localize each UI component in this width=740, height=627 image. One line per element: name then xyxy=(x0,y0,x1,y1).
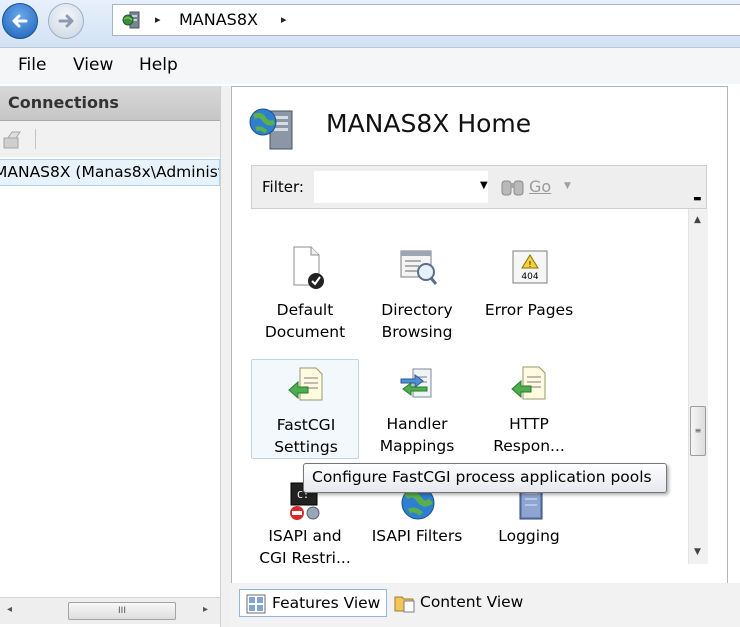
server-home-icon xyxy=(249,108,293,150)
feature-label: ISAPI and CGI Restri... xyxy=(259,527,351,564)
default-document-icon xyxy=(293,246,324,289)
feature-label: Default Document xyxy=(264,301,346,341)
feature-label: Handler Mappings xyxy=(379,415,455,455)
connections-horizontal-scrollbar[interactable]: ◂ III ▸ xyxy=(0,597,220,624)
server-icon xyxy=(122,11,140,29)
feature-directory-browsing[interactable]: Directory Browsing xyxy=(363,245,471,345)
tab-content-view-label: Content View xyxy=(420,593,524,611)
features-view-icon xyxy=(246,594,266,614)
connect-icon[interactable] xyxy=(2,130,26,150)
address-bar[interactable]: ▸ MANAS8X ▸ xyxy=(112,4,740,36)
connections-title: Connections xyxy=(8,93,119,112)
home-panel: MANAS8X Home Filter: ▼ Go ▼ ▬ Default Do… xyxy=(231,86,728,584)
feature-label: ISAPI Filters xyxy=(371,527,463,545)
menu-help[interactable]: Help xyxy=(139,55,178,75)
tab-features-view-label: Features View xyxy=(272,594,381,612)
arrow-left-icon xyxy=(12,14,28,28)
filter-dropdown-icon[interactable]: ▼ xyxy=(480,180,488,191)
connections-header: Connections xyxy=(0,86,220,121)
feature-list: Default Document Directory Browsing ! 40… xyxy=(251,209,687,564)
feature-label: HTTP Respon... xyxy=(493,415,565,455)
go-button[interactable]: Go xyxy=(529,177,551,196)
toolbar-overflow-icon[interactable]: ▬ xyxy=(693,194,703,204)
error-badge: 404 xyxy=(521,272,538,282)
breadcrumb-separator: ▸ xyxy=(155,13,161,26)
feature-error-pages[interactable]: ! 404 Error Pages xyxy=(475,245,583,345)
feature-handler-mappings[interactable]: Handler Mappings xyxy=(363,359,471,459)
svg-text:!: ! xyxy=(528,260,531,269)
tab-content-view[interactable]: Content View xyxy=(388,589,529,617)
tree-item-label: MANAS8X (Manas8x\Administrator) xyxy=(0,163,220,181)
directory-browsing-icon xyxy=(400,250,438,285)
feature-default-document[interactable]: Default Document xyxy=(251,245,359,345)
pane-splitter[interactable] xyxy=(220,86,231,627)
connections-toolbar xyxy=(0,121,220,157)
feature-list-vertical-scrollbar[interactable]: ▲ ≡ ▼ xyxy=(688,209,708,564)
scroll-right-icon[interactable]: ▸ xyxy=(203,604,208,615)
toolbar-separator xyxy=(35,129,36,149)
menu-file[interactable]: File xyxy=(18,55,46,75)
filter-input[interactable] xyxy=(314,171,488,203)
feature-label: Directory Browsing xyxy=(381,301,453,341)
scroll-down-icon[interactable]: ▼ xyxy=(694,547,701,557)
feature-label: FastCGI Settings xyxy=(274,416,338,456)
forward-button[interactable] xyxy=(48,3,84,39)
binoculars-icon xyxy=(501,180,524,196)
address-toolbar: ▸ MANAS8X ▸ xyxy=(0,0,740,48)
breadcrumb-server[interactable]: MANAS8X xyxy=(179,10,258,29)
feature-label: Logging xyxy=(498,527,560,545)
menu-bar: File View Help xyxy=(0,48,740,84)
scroll-left-icon[interactable]: ◂ xyxy=(7,604,12,615)
handler-mappings-icon xyxy=(400,368,432,398)
page-title: MANAS8X Home xyxy=(326,109,532,138)
error-pages-icon: ! 404 xyxy=(512,250,548,284)
breadcrumb-separator-trailing[interactable]: ▸ xyxy=(281,13,287,26)
menu-view[interactable]: View xyxy=(73,55,113,75)
tab-features-view[interactable]: Features View xyxy=(239,589,388,617)
arrow-right-icon xyxy=(58,14,74,28)
horizontal-scroll-thumb[interactable]: III xyxy=(68,602,176,620)
content-view-icon xyxy=(394,596,415,613)
fastcgi-settings-icon xyxy=(288,367,323,401)
vertical-scroll-thumb[interactable]: ≡ xyxy=(690,406,706,456)
scroll-up-icon[interactable]: ▲ xyxy=(694,215,701,225)
tree-item-server[interactable]: MANAS8X (Manas8x\Administrator) xyxy=(0,159,220,186)
view-switcher: Features View Content View xyxy=(231,583,740,627)
feature-fastcgi-settings[interactable]: FastCGI Settings xyxy=(251,359,359,459)
fastcgi-tooltip: Configure FastCGI process application po… xyxy=(303,463,667,493)
filter-toolbar: Filter: ▼ Go ▼ ▬ xyxy=(251,165,707,209)
http-response-headers-icon xyxy=(511,366,546,400)
go-dropdown-icon[interactable]: ▼ xyxy=(564,181,571,191)
filter-label: Filter: xyxy=(262,178,304,196)
back-button[interactable] xyxy=(2,3,38,39)
feature-http-response-headers[interactable]: HTTP Respon... xyxy=(475,359,583,459)
feature-label: Error Pages xyxy=(484,301,574,319)
